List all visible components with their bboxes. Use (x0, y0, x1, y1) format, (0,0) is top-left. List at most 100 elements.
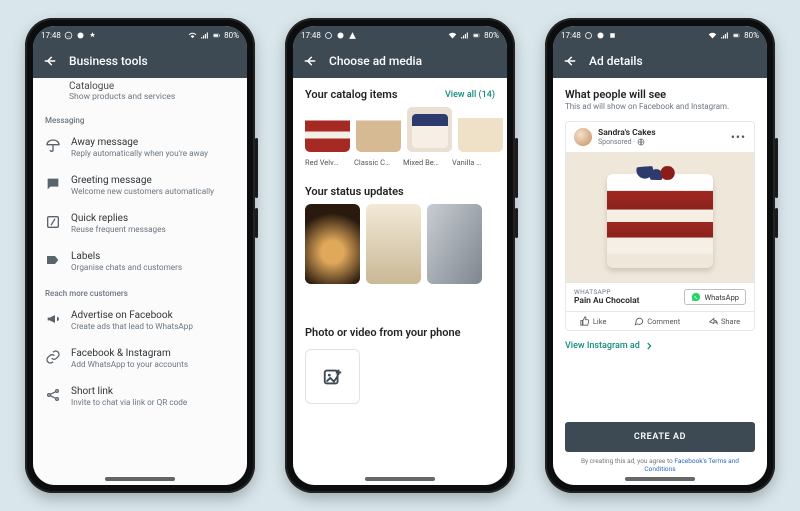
catalog-caption: Vanilla … (452, 158, 495, 167)
home-indicator (105, 477, 175, 481)
signal-icon (200, 31, 209, 40)
whatsapp-button[interactable]: WhatsApp (684, 289, 746, 305)
signal-icon (460, 31, 469, 40)
link-icon (45, 349, 61, 365)
list-item-fb-ig[interactable]: Facebook & InstagramAdd WhatsApp to your… (33, 340, 247, 378)
list-item-away-message[interactable]: Away messageReply automatically when you… (33, 129, 247, 167)
ad-header: Sandra's Cakes Sponsored · ••• (566, 122, 754, 152)
catalog-item[interactable] (458, 107, 503, 152)
signal-icon (720, 31, 729, 40)
cta-label: Pain Au Chocolat (574, 296, 640, 306)
list-item-catalogue[interactable]: Catalogue Show products and services (33, 78, 247, 108)
status-icon (596, 31, 605, 40)
catalog-item[interactable] (356, 107, 401, 152)
upload-heading: Photo or video from your phone (293, 318, 507, 345)
create-ad-button[interactable]: CREATE AD (565, 422, 755, 452)
phone-business-tools: 17:48 80% Business tools Catalogue Show … (25, 18, 255, 493)
page-name: Sandra's Cakes (598, 128, 656, 138)
list-item-labels[interactable]: LabelsOrganise chats and customers (33, 243, 247, 281)
whatsapp-icon (324, 31, 333, 40)
battery-icon (732, 31, 741, 40)
avatar (574, 128, 592, 146)
section-reach: Reach more customers (33, 281, 247, 302)
home-indicator (625, 477, 695, 481)
content: Catalogue Show products and services Mes… (33, 78, 247, 485)
catalog-caption: Mixed Be… (403, 158, 446, 167)
comment-button[interactable]: Comment (634, 316, 680, 326)
list-item-advertise-fb[interactable]: Advertise on FacebookCreate ads that lea… (33, 302, 247, 340)
cta-kicker: WHATSAPP (574, 288, 640, 296)
comment-icon (634, 316, 644, 326)
status-item[interactable] (366, 204, 421, 284)
home-indicator (365, 477, 435, 481)
back-icon[interactable] (43, 54, 57, 68)
page-title: Ad details (589, 54, 643, 68)
view-all-link[interactable]: View all (14) (445, 90, 495, 100)
view-instagram-link[interactable]: View Instagram ad (553, 331, 767, 361)
status-icon (336, 31, 345, 40)
content: Your catalog items View all (14) Red Vel… (293, 78, 507, 485)
status-item[interactable] (305, 204, 360, 284)
app-bar: Business tools (33, 44, 247, 78)
catalog-heading: Your catalog items (305, 88, 397, 101)
ad-preview-card: Sandra's Cakes Sponsored · ••• WHATSAPP … (565, 121, 755, 331)
app-bar: Choose ad media (293, 44, 507, 78)
catalog-caption: Red Velv… (305, 158, 348, 167)
status-icon-2 (88, 31, 97, 40)
battery-icon (212, 31, 221, 40)
status-bar: 17:48 80% (33, 26, 247, 44)
whatsapp-icon (64, 31, 73, 40)
like-icon (580, 316, 590, 326)
chevron-right-icon (644, 341, 654, 351)
share-icon (45, 387, 61, 403)
section-messaging: Messaging (33, 108, 247, 129)
umbrella-icon (45, 138, 61, 154)
preview-heading: What people will see (565, 88, 755, 101)
share-icon (708, 316, 718, 326)
wifi-icon (188, 31, 197, 40)
catalog-item[interactable] (407, 107, 452, 152)
image-plus-icon (322, 366, 344, 388)
whatsapp-icon (584, 31, 593, 40)
status-icon (76, 31, 85, 40)
phone-choose-media: 17:48 80% Choose ad media Your catalog i… (285, 18, 515, 493)
phone-ad-details: 17:48 80% Ad details What people will se… (545, 18, 775, 493)
preview-sub: This ad will show on Facebook and Instag… (565, 102, 755, 111)
message-icon (45, 176, 61, 192)
app-bar: Ad details (553, 44, 767, 78)
catalog-caption: Classic C… (354, 158, 397, 167)
status-item[interactable] (427, 204, 482, 284)
status-bar: 17:48 80% (293, 26, 507, 44)
list-item-quick-replies[interactable]: Quick repliesReuse frequent messages (33, 205, 247, 243)
wifi-icon (708, 31, 717, 40)
page-title: Choose ad media (329, 54, 422, 68)
globe-icon (637, 138, 645, 146)
status-icon-2 (348, 31, 357, 40)
back-icon[interactable] (563, 54, 577, 68)
upload-tile[interactable] (305, 349, 360, 404)
sponsored-label: Sponsored · (598, 138, 656, 146)
battery-icon (472, 31, 481, 40)
back-icon[interactable] (303, 54, 317, 68)
like-button[interactable]: Like (580, 316, 607, 326)
screen: 17:48 80% Choose ad media Your catalog i… (293, 26, 507, 485)
status-time: 17:48 (41, 31, 61, 40)
list-item-short-link[interactable]: Short linkInvite to chat via link or QR … (33, 378, 247, 416)
status-icon-2 (608, 31, 617, 40)
slash-icon (45, 214, 61, 230)
content: What people will see This ad will show o… (553, 78, 767, 485)
battery-pct: 80% (224, 31, 239, 40)
catalog-item[interactable] (305, 107, 350, 152)
wifi-icon (448, 31, 457, 40)
whatsapp-icon (691, 292, 701, 302)
page-title: Business tools (69, 54, 148, 68)
megaphone-icon (45, 311, 61, 327)
status-bar: 17:48 80% (553, 26, 767, 44)
ad-image (566, 152, 754, 282)
terms-text: By creating this ad, you agree to Facebo… (565, 457, 755, 473)
list-item-greeting-message[interactable]: Greeting messageWelcome new customers au… (33, 167, 247, 205)
screen: 17:48 80% Business tools Catalogue Show … (33, 26, 247, 485)
screen: 17:48 80% Ad details What people will se… (553, 26, 767, 485)
share-button[interactable]: Share (708, 316, 740, 326)
ad-actions: Like Comment Share (566, 311, 754, 330)
